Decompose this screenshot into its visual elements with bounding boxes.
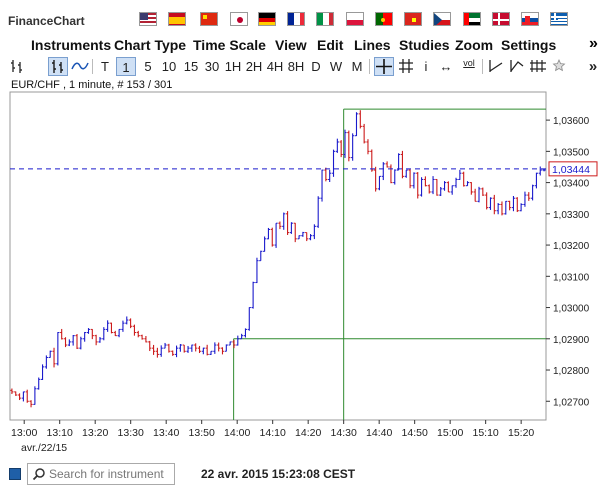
toolbar-separator — [369, 59, 370, 74]
vn-flag-icon[interactable] — [404, 12, 422, 26]
scale-10-button[interactable]: 10 — [159, 57, 179, 76]
scale-1h-button[interactable]: 1H — [224, 57, 242, 76]
scale-month-button[interactable]: M — [349, 57, 365, 76]
status-datetime: 22 avr. 2015 15:23:08 CEST — [201, 467, 356, 481]
menu-instruments[interactable]: Instruments — [31, 37, 111, 53]
ray-tool-icon[interactable] — [508, 57, 526, 76]
x-tick-label: 14:40 — [366, 427, 392, 439]
y-tick-label: 1,02800 — [553, 366, 590, 377]
fit-width-button[interactable]: ↔ — [436, 57, 456, 76]
crosshair-icon[interactable] — [374, 57, 394, 76]
scale-8h-button[interactable]: 8H — [287, 57, 305, 76]
title-bar: FinanceChart — [0, 0, 605, 34]
menu-view[interactable]: View — [275, 37, 307, 53]
status-bar: 22 avr. 2015 15:23:08 CEST — [0, 461, 605, 487]
pt-flag-icon[interactable] — [375, 12, 393, 26]
toolbar-more-button[interactable]: » — [586, 57, 600, 76]
volume-button[interactable]: vol — [459, 57, 479, 76]
tick-chart-button[interactable]: T — [98, 57, 112, 76]
chart-info-label: EUR/CHF , 1 minute, # 153 / 301 — [11, 79, 173, 91]
search-input[interactable] — [49, 466, 173, 482]
menu-time-scale[interactable]: Time Scale — [193, 37, 266, 53]
toolbar-separator — [92, 59, 93, 74]
dk-flag-icon[interactable] — [492, 12, 510, 26]
x-tick-label: 14:10 — [260, 427, 286, 439]
menu-lines[interactable]: Lines — [354, 37, 391, 53]
instrument-search-box[interactable] — [27, 463, 175, 485]
chart-panel[interactable]: 1,02700 1,02800 1,02900 1,03000 1,03100 1,032… — [9, 78, 605, 456]
cn-flag-icon[interactable] — [200, 12, 218, 26]
x-tick-label: 13:20 — [82, 427, 108, 439]
x-tick-label: 14:30 — [331, 427, 357, 439]
y-tick-label: 1,02900 — [553, 335, 590, 346]
status-indicator-icon[interactable] — [9, 468, 21, 480]
x-tick-label: 13:00 — [11, 427, 37, 439]
y-tick-label: 1,03300 — [553, 210, 590, 221]
x-tick-label: 14:00 — [224, 427, 250, 439]
fibonacci-tool-icon[interactable] — [529, 57, 547, 76]
bar-chart-icon[interactable] — [9, 57, 25, 76]
scale-2h-button[interactable]: 2H — [245, 57, 263, 76]
y-tick-label: 1,03100 — [553, 272, 590, 283]
x-tick-label: 15:00 — [437, 427, 463, 439]
scale-30-button[interactable]: 30 — [202, 57, 222, 76]
plot-area — [9, 91, 547, 421]
menu-edit[interactable]: Edit — [317, 37, 343, 53]
pl-flag-icon[interactable] — [346, 12, 364, 26]
y-tick-label: 1,03500 — [553, 147, 590, 158]
menu-settings[interactable]: Settings — [501, 37, 556, 53]
x-tick-label: 15:20 — [508, 427, 534, 439]
scale-1-button[interactable]: 1 — [116, 57, 136, 76]
cz-flag-icon[interactable] — [433, 12, 451, 26]
price-chart[interactable]: 1,02700 1,02800 1,02900 1,03000 1,03100 1,032… — [9, 78, 605, 456]
x-tick-label: 13:50 — [189, 427, 215, 439]
jp-flag-icon[interactable] — [230, 12, 248, 26]
scale-day-button[interactable]: D — [309, 57, 323, 76]
ae-flag-icon[interactable] — [463, 12, 481, 26]
scale-week-button[interactable]: W — [328, 57, 344, 76]
x-tick-label: 13:40 — [153, 427, 179, 439]
toolbar: T 1 5 10 15 30 1H 2H 4H 8H D W M i ↔ vol… — [0, 56, 605, 78]
y-tick-label: 1,03400 — [553, 179, 590, 190]
fr-flag-icon[interactable] — [287, 12, 305, 26]
toolbar-separator — [482, 59, 483, 74]
ohlc-chart-icon[interactable] — [48, 57, 68, 76]
line-chart-icon[interactable] — [71, 57, 89, 76]
menu-studies[interactable]: Studies — [399, 37, 450, 53]
y-tick-label: 1,03000 — [553, 304, 590, 315]
y-tick-label: 1,03600 — [553, 116, 590, 127]
current-price-label: 1,03444 — [552, 164, 590, 176]
star-icon[interactable] — [551, 57, 567, 76]
x-tick-label: 14:20 — [295, 427, 321, 439]
es-flag-icon[interactable] — [168, 12, 186, 26]
sk-flag-icon[interactable] — [521, 12, 539, 26]
grid-icon[interactable] — [397, 57, 415, 76]
menu-chart-type[interactable]: Chart Type — [114, 37, 186, 53]
x-date-label: avr./22/15 — [21, 442, 67, 454]
y-tick-label: 1,02700 — [553, 397, 590, 408]
search-icon — [32, 468, 45, 481]
x-tick-label: 14:50 — [402, 427, 428, 439]
x-tick-label: 13:30 — [118, 427, 144, 439]
x-tick-label: 15:10 — [473, 427, 499, 439]
line-tool-icon[interactable] — [487, 57, 505, 76]
de-flag-icon[interactable] — [258, 12, 276, 26]
menu-zoom[interactable]: Zoom — [455, 37, 493, 53]
menu-more-button[interactable]: » — [589, 35, 598, 53]
scale-5-button[interactable]: 5 — [141, 57, 155, 76]
menu-bar: Instruments Chart Type Time Scale View E… — [0, 34, 605, 56]
us-flag-icon[interactable] — [139, 12, 157, 26]
x-tick-label: 13:10 — [47, 427, 73, 439]
app-title: FinanceChart — [8, 14, 85, 28]
scale-4h-button[interactable]: 4H — [266, 57, 284, 76]
scale-15-button[interactable]: 15 — [181, 57, 201, 76]
gr-flag-icon[interactable] — [550, 12, 568, 26]
it-flag-icon[interactable] — [316, 12, 334, 26]
y-tick-label: 1,03200 — [553, 241, 590, 252]
info-button[interactable]: i — [420, 57, 432, 76]
